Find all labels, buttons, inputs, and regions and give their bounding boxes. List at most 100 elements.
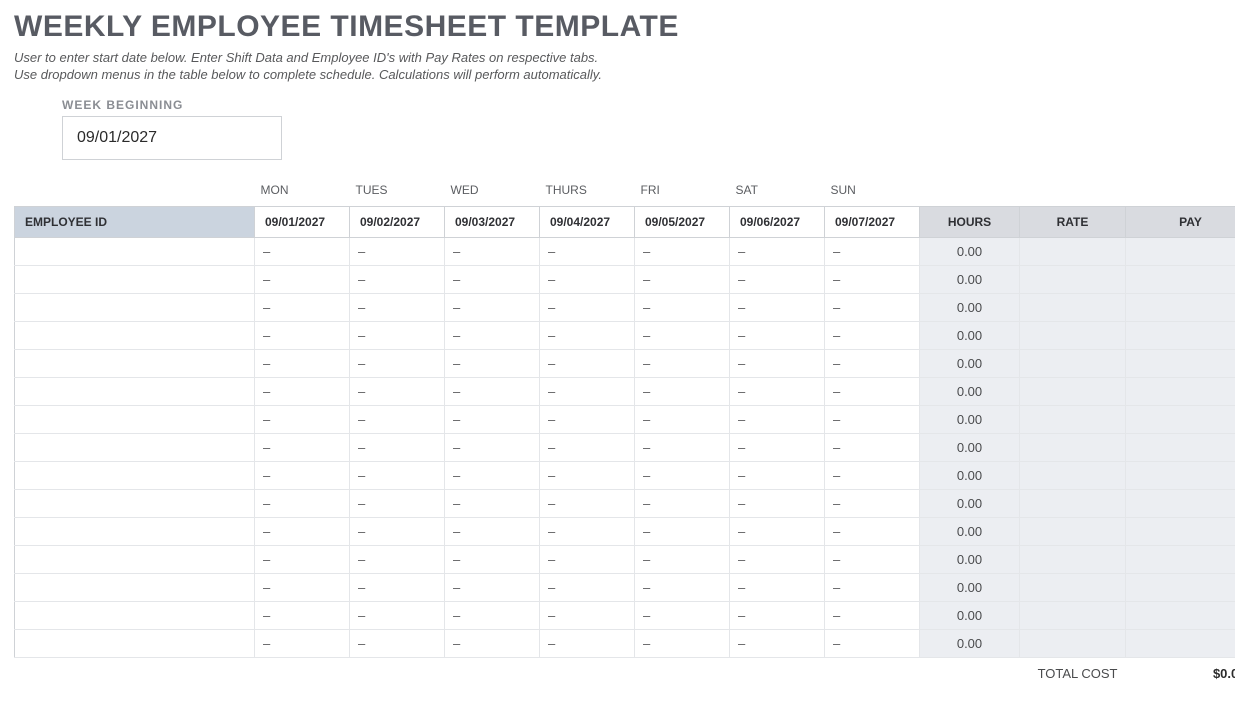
shift-cell[interactable]: – — [350, 405, 445, 433]
shift-cell[interactable]: – — [350, 265, 445, 293]
shift-cell[interactable]: – — [255, 545, 350, 573]
shift-cell[interactable]: – — [825, 601, 920, 629]
shift-cell[interactable]: – — [540, 433, 635, 461]
shift-cell[interactable]: – — [350, 237, 445, 265]
employee-id-cell[interactable] — [15, 461, 255, 489]
shift-cell[interactable]: – — [730, 377, 825, 405]
shift-cell[interactable]: – — [825, 265, 920, 293]
shift-cell[interactable]: – — [540, 601, 635, 629]
shift-cell[interactable]: – — [730, 629, 825, 657]
shift-cell[interactable]: – — [730, 573, 825, 601]
shift-cell[interactable]: – — [255, 601, 350, 629]
shift-cell[interactable]: – — [635, 265, 730, 293]
shift-cell[interactable]: – — [540, 545, 635, 573]
shift-cell[interactable]: – — [255, 377, 350, 405]
shift-cell[interactable]: – — [540, 517, 635, 545]
shift-cell[interactable]: – — [825, 489, 920, 517]
employee-id-cell[interactable] — [15, 629, 255, 657]
shift-cell[interactable]: – — [730, 433, 825, 461]
shift-cell[interactable]: – — [825, 293, 920, 321]
week-beginning-input[interactable]: 09/01/2027 — [62, 116, 282, 160]
shift-cell[interactable]: – — [825, 629, 920, 657]
shift-cell[interactable]: – — [255, 349, 350, 377]
shift-cell[interactable]: – — [255, 629, 350, 657]
shift-cell[interactable]: – — [350, 601, 445, 629]
shift-cell[interactable]: – — [445, 405, 540, 433]
shift-cell[interactable]: – — [635, 461, 730, 489]
shift-cell[interactable]: – — [350, 461, 445, 489]
shift-cell[interactable]: – — [350, 349, 445, 377]
shift-cell[interactable]: – — [445, 461, 540, 489]
shift-cell[interactable]: – — [350, 321, 445, 349]
shift-cell[interactable]: – — [825, 237, 920, 265]
shift-cell[interactable]: – — [730, 517, 825, 545]
shift-cell[interactable]: – — [255, 321, 350, 349]
shift-cell[interactable]: – — [635, 405, 730, 433]
shift-cell[interactable]: – — [350, 545, 445, 573]
shift-cell[interactable]: – — [445, 321, 540, 349]
shift-cell[interactable]: – — [635, 349, 730, 377]
shift-cell[interactable]: – — [730, 405, 825, 433]
shift-cell[interactable]: – — [730, 461, 825, 489]
shift-cell[interactable]: – — [730, 489, 825, 517]
shift-cell[interactable]: – — [635, 629, 730, 657]
employee-id-cell[interactable] — [15, 377, 255, 405]
shift-cell[interactable]: – — [825, 433, 920, 461]
shift-cell[interactable]: – — [255, 237, 350, 265]
shift-cell[interactable]: – — [540, 237, 635, 265]
shift-cell[interactable]: – — [255, 433, 350, 461]
shift-cell[interactable]: – — [730, 349, 825, 377]
employee-id-cell[interactable] — [15, 265, 255, 293]
shift-cell[interactable]: – — [445, 629, 540, 657]
shift-cell[interactable]: – — [540, 321, 635, 349]
shift-cell[interactable]: – — [825, 377, 920, 405]
shift-cell[interactable]: – — [350, 293, 445, 321]
shift-cell[interactable]: – — [635, 573, 730, 601]
employee-id-cell[interactable] — [15, 517, 255, 545]
shift-cell[interactable]: – — [540, 405, 635, 433]
shift-cell[interactable]: – — [825, 349, 920, 377]
shift-cell[interactable]: – — [255, 489, 350, 517]
shift-cell[interactable]: – — [635, 293, 730, 321]
shift-cell[interactable]: – — [350, 517, 445, 545]
shift-cell[interactable]: – — [540, 349, 635, 377]
shift-cell[interactable]: – — [730, 321, 825, 349]
shift-cell[interactable]: – — [825, 461, 920, 489]
shift-cell[interactable]: – — [540, 629, 635, 657]
employee-id-cell[interactable] — [15, 573, 255, 601]
shift-cell[interactable]: – — [635, 517, 730, 545]
shift-cell[interactable]: – — [350, 629, 445, 657]
shift-cell[interactable]: – — [635, 237, 730, 265]
employee-id-cell[interactable] — [15, 489, 255, 517]
shift-cell[interactable]: – — [255, 405, 350, 433]
shift-cell[interactable]: – — [255, 293, 350, 321]
employee-id-cell[interactable] — [15, 601, 255, 629]
shift-cell[interactable]: – — [445, 293, 540, 321]
shift-cell[interactable]: – — [825, 573, 920, 601]
shift-cell[interactable]: – — [540, 489, 635, 517]
shift-cell[interactable]: – — [635, 545, 730, 573]
shift-cell[interactable]: – — [540, 293, 635, 321]
shift-cell[interactable]: – — [635, 377, 730, 405]
shift-cell[interactable]: – — [825, 321, 920, 349]
shift-cell[interactable]: – — [540, 377, 635, 405]
shift-cell[interactable]: – — [635, 489, 730, 517]
shift-cell[interactable]: – — [730, 545, 825, 573]
shift-cell[interactable]: – — [255, 461, 350, 489]
shift-cell[interactable]: – — [445, 601, 540, 629]
shift-cell[interactable]: – — [445, 349, 540, 377]
employee-id-cell[interactable] — [15, 433, 255, 461]
shift-cell[interactable]: – — [540, 573, 635, 601]
shift-cell[interactable]: – — [730, 237, 825, 265]
shift-cell[interactable]: – — [635, 433, 730, 461]
shift-cell[interactable]: – — [445, 545, 540, 573]
shift-cell[interactable]: – — [730, 265, 825, 293]
shift-cell[interactable]: – — [445, 517, 540, 545]
employee-id-cell[interactable] — [15, 237, 255, 265]
shift-cell[interactable]: – — [445, 489, 540, 517]
shift-cell[interactable]: – — [350, 489, 445, 517]
shift-cell[interactable]: – — [825, 405, 920, 433]
shift-cell[interactable]: – — [350, 377, 445, 405]
employee-id-cell[interactable] — [15, 405, 255, 433]
shift-cell[interactable]: – — [445, 573, 540, 601]
